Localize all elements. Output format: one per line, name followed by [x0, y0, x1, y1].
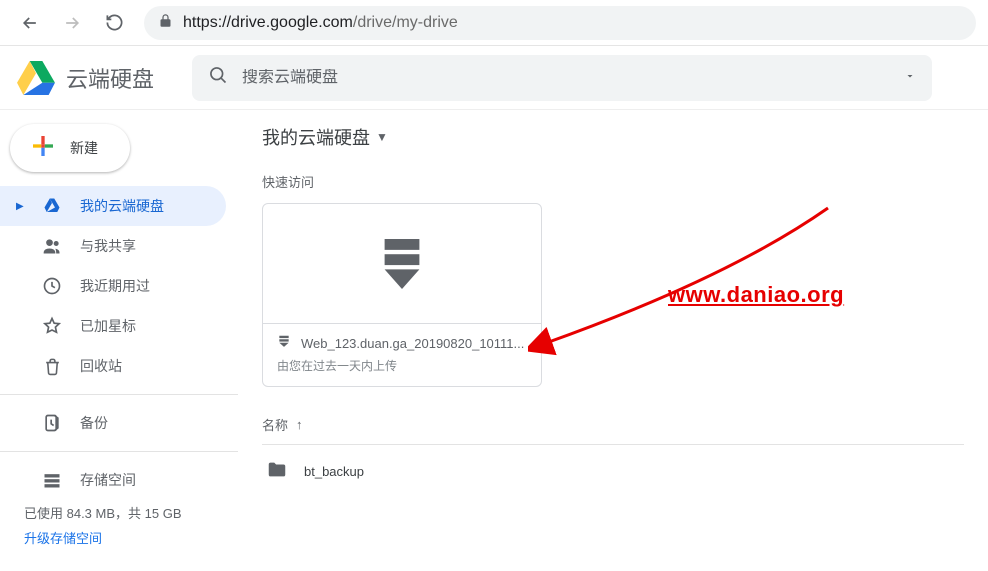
- card-subtitle: 由您在过去一天内上传: [277, 357, 527, 374]
- lock-icon: [158, 13, 173, 33]
- drive-icon: [42, 196, 62, 216]
- sidebar-item-starred[interactable]: 已加星标: [0, 306, 226, 346]
- storage-icon: [42, 470, 62, 490]
- card-title: Web_123.duan.ga_20190820_10111...: [301, 336, 524, 351]
- plus-icon: [28, 131, 58, 166]
- product-name: 云端硬盘: [66, 62, 154, 94]
- reload-button[interactable]: [96, 5, 132, 41]
- star-icon: [42, 316, 62, 336]
- sidebar-item-storage[interactable]: 存储空间: [0, 460, 226, 500]
- sidebar-item-trash[interactable]: 回收站: [0, 346, 226, 386]
- backup-icon: [42, 413, 62, 433]
- breadcrumb[interactable]: 我的云端硬盘 ▼: [262, 124, 964, 150]
- name-column-header[interactable]: 名称 ↑: [262, 415, 964, 445]
- annotation-arrow: [528, 188, 848, 418]
- folder-icon: [266, 459, 288, 484]
- search-input[interactable]: [242, 69, 890, 87]
- sidebar-item-my-drive[interactable]: ▶ 我的云端硬盘: [0, 186, 226, 226]
- watermark-text: www.daniao.org: [668, 282, 844, 308]
- drive-logo-icon[interactable]: [16, 58, 56, 98]
- search-icon: [208, 65, 228, 90]
- sidebar-item-label: 我近期用过: [80, 276, 150, 296]
- upgrade-storage-link[interactable]: 升级存储空间: [24, 531, 102, 546]
- forward-button[interactable]: [54, 5, 90, 41]
- breadcrumb-label: 我的云端硬盘: [262, 124, 370, 150]
- quick-access-card[interactable]: Web_123.duan.ga_20190820_10111... 由您在过去一…: [262, 203, 542, 387]
- sort-arrow-up-icon: ↑: [296, 417, 303, 432]
- sidebar-item-label: 我的云端硬盘: [80, 196, 164, 216]
- new-button[interactable]: 新建: [10, 124, 130, 172]
- app-header: 云端硬盘: [0, 46, 988, 110]
- search-box[interactable]: [192, 55, 932, 101]
- sidebar-item-shared[interactable]: 与我共享: [0, 226, 226, 266]
- storage-info: 已使用 84.3 MB，共 15 GB 升级存储空间: [0, 500, 238, 553]
- expand-icon: ▶: [16, 201, 24, 212]
- main-content: 我的云端硬盘 ▼ 快速访问 Web_123.duan.ga_20190820_1…: [238, 110, 988, 571]
- people-icon: [42, 236, 62, 256]
- folder-row[interactable]: bt_backup: [262, 449, 964, 494]
- clock-icon: [42, 276, 62, 296]
- quick-access-label: 快速访问: [262, 172, 964, 191]
- sidebar-item-label: 与我共享: [80, 236, 136, 256]
- storage-used-text: 已使用 84.3 MB，共 15 GB: [24, 502, 214, 527]
- sidebar-item-recent[interactable]: 我近期用过: [0, 266, 226, 306]
- sidebar-item-label: 备份: [80, 413, 108, 433]
- new-button-label: 新建: [70, 138, 98, 158]
- sidebar-item-backups[interactable]: 备份: [0, 403, 226, 443]
- archive-icon: [277, 334, 291, 353]
- file-thumbnail: [263, 204, 541, 324]
- folder-name: bt_backup: [304, 464, 364, 479]
- sidebar-item-label: 已加星标: [80, 316, 136, 336]
- chevron-down-icon: ▼: [376, 130, 388, 144]
- url-text: https://drive.google.com/drive/my-drive: [183, 14, 458, 32]
- address-field[interactable]: https://drive.google.com/drive/my-drive: [144, 6, 976, 40]
- sidebar-item-label: 存储空间: [80, 470, 136, 490]
- sidebar: 新建 ▶ 我的云端硬盘 与我共享 我近期用过 已加星标: [0, 110, 238, 571]
- trash-icon: [42, 356, 62, 376]
- search-options-icon[interactable]: [904, 69, 916, 87]
- browser-address-bar: https://drive.google.com/drive/my-drive: [0, 0, 988, 46]
- sidebar-item-label: 回收站: [80, 356, 122, 376]
- back-button[interactable]: [12, 5, 48, 41]
